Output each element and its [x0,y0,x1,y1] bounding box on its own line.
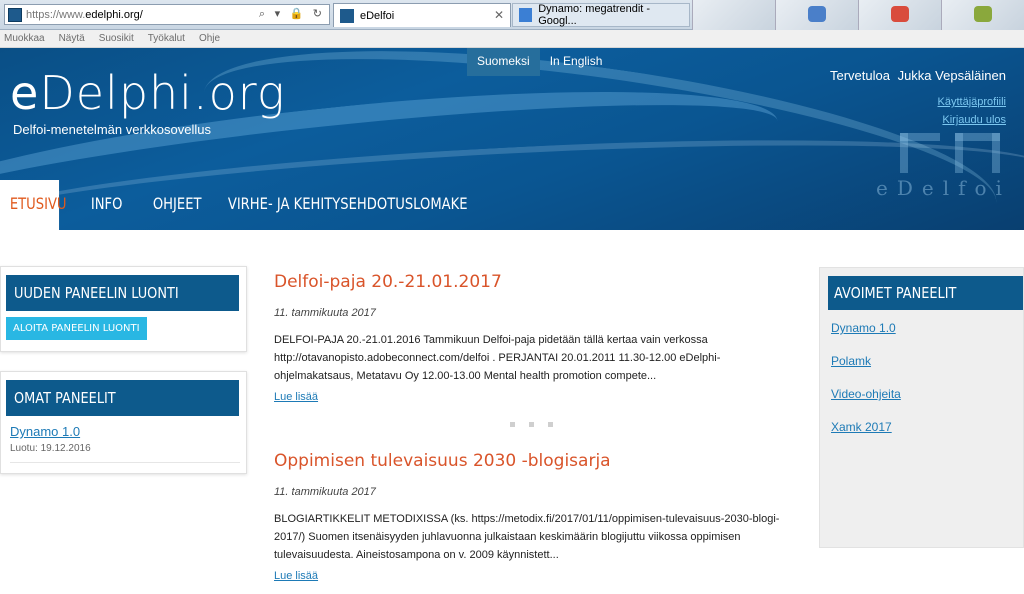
nav-etusivu[interactable]: ETUSIVU [0,180,67,233]
close-tab-icon[interactable]: ✕ [494,8,504,22]
menu-help[interactable]: Ohje [199,33,220,44]
own-panels-title: OMAT PANEELIT [6,380,239,416]
nav-info[interactable]: INFO [81,180,132,232]
open-panels-box: AVOIMET PANEELIT Dynamo 1.0 Polamk Video… [819,267,1024,548]
thumbnail[interactable] [858,0,941,30]
menu-favorites[interactable]: Suosikit [99,33,134,44]
nav-feedback-form[interactable]: VIRHE- JA KEHITYSEHDOTUSLOMAKE [218,180,477,232]
menu-view[interactable]: Näytä [59,33,85,44]
start-panel-creation-button[interactable]: ALOITA PANEELIN LUONTI [6,317,147,340]
browser-toolbar: https://www.edelphi.org/ ⌕ ▾ 🔒 ↻ eDelfoi… [0,0,1024,30]
article-date: 11. tammikuuta 2017 [274,486,376,498]
site-logo[interactable]: eDelphi.org [10,66,285,120]
read-more-link[interactable]: Lue lisää [274,391,318,403]
article-title[interactable]: Delfoi-paja 20.-21.01.2017 [274,272,804,292]
logout-link[interactable]: Kirjaudu ulos [942,114,1006,126]
language-switcher: Suomeksi In English [467,48,612,76]
site-slogan: Delfoi-menetelmän verkkosovellus [13,122,211,137]
edelfoi-emblem-icon [880,123,1020,183]
open-panel-link[interactable]: Dynamo 1.0 [831,312,1023,345]
tab-dynamo[interactable]: Dynamo: megatrendit - Googl... [512,3,690,27]
address-bar[interactable]: https://www.edelphi.org/ ⌕ ▾ 🔒 ↻ [4,4,330,25]
tab-label: Dynamo: megatrendit - Googl... [538,3,651,27]
article-date: 11. tammikuuta 2017 [274,307,376,319]
main-content: UUDEN PANEELIN LUONTI ALOITA PANEELIN LU… [0,230,1024,594]
profile-link[interactable]: Käyttäjäprofiili [938,96,1006,108]
user-name: Jukka Vepsäläinen [897,68,1006,83]
news-article: Oppimisen tulevaisuus 2030 -blogisarja 1… [274,451,804,583]
thumbnail[interactable] [692,0,775,30]
own-panel-link[interactable]: Dynamo 1.0 [10,424,246,439]
lang-english[interactable]: In English [540,48,613,76]
menu-tools[interactable]: Työkalut [148,33,185,44]
read-more-link[interactable]: Lue lisää [274,570,318,582]
thumbnail[interactable] [775,0,858,30]
article-title[interactable]: Oppimisen tulevaisuus 2030 -blogisarja [274,451,804,471]
own-panels-box: OMAT PANEELIT Dynamo 1.0 Luotu: 19.12.20… [0,371,247,474]
create-panel-box: UUDEN PANEELIN LUONTI ALOITA PANEELIN LU… [0,266,247,352]
taskbar-thumbnails [692,0,1024,30]
address-controls-icon[interactable]: ⌕ ▾ 🔒 ↻ [259,7,325,21]
create-panel-title: UUDEN PANEELIN LUONTI [6,275,239,311]
open-panel-link[interactable]: Polamk [831,345,1023,378]
article-excerpt: DELFOI-PAJA 20.-21.01.2016 Tammikuun Del… [274,334,721,382]
news-article: Delfoi-paja 20.-21.01.2017 11. tammikuut… [274,272,804,404]
article-excerpt: BLOGIARTIKKELIT METODIXISSA (ks. https:/… [274,513,780,561]
tab-label: eDelfoi [360,9,395,22]
own-panel-created: Luotu: 19.12.2016 [10,443,240,463]
main-nav: ETUSIVU INFO OHJEET VIRHE- JA KEHITYSEHD… [0,180,1024,233]
open-panels-title: AVOIMET PANEELIT [828,276,1023,310]
thumbnail[interactable] [941,0,1024,30]
welcome-text: Tervetuloa Jukka Vepsäläinen [829,68,1006,83]
tab-edelfoi[interactable]: eDelfoi ✕ [333,3,511,27]
article-separator [510,422,553,427]
doc-favicon-icon [519,8,533,22]
tab-favicon-icon [340,8,354,23]
address-url[interactable]: https://www.edelphi.org/ [26,9,143,21]
open-panel-link[interactable]: Video-ohjeita [831,378,1023,411]
nav-ohjeet[interactable]: OHJEET [143,180,211,232]
open-panel-link[interactable]: Xamk 2017 [831,411,1023,444]
lang-finnish[interactable]: Suomeksi [467,48,540,76]
site-favicon-icon [8,7,22,22]
menu-edit[interactable]: Muokkaa [4,33,45,44]
browser-menubar: Muokkaa Näytä Suosikit Työkalut Ohje [0,30,1024,48]
